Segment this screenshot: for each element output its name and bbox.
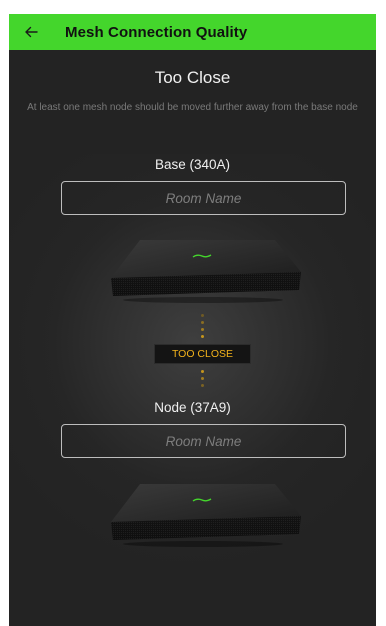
connection-dot: [201, 328, 204, 331]
connection-dot: [201, 321, 204, 324]
node-room-name-input[interactable]: [61, 424, 346, 458]
connection-dot: [201, 377, 204, 380]
back-arrow-icon: [25, 26, 38, 38]
base-label: Base (340A): [154, 157, 231, 172]
base-router-image: [111, 240, 301, 303]
node-router-image: [111, 484, 301, 547]
connection-dot: [201, 370, 204, 373]
status-description: At least one mesh node should be moved f…: [27, 102, 358, 113]
base-room-name-input[interactable]: [61, 181, 346, 215]
app-bar-title: Mesh Connection Quality: [65, 23, 248, 41]
too-close-badge: TOO CLOSE: [154, 344, 251, 364]
connection-dot: [201, 384, 204, 387]
connection-dot: [201, 335, 204, 338]
status-heading: Too Close: [154, 68, 231, 87]
connection-dot: [201, 314, 204, 317]
app-bar: Mesh Connection Quality: [9, 14, 376, 50]
back-button[interactable]: [21, 22, 41, 42]
node-label: Node (37A9): [154, 400, 231, 415]
mesh-quality-screen: Mesh Connection Quality Too Close At lea…: [9, 14, 376, 626]
